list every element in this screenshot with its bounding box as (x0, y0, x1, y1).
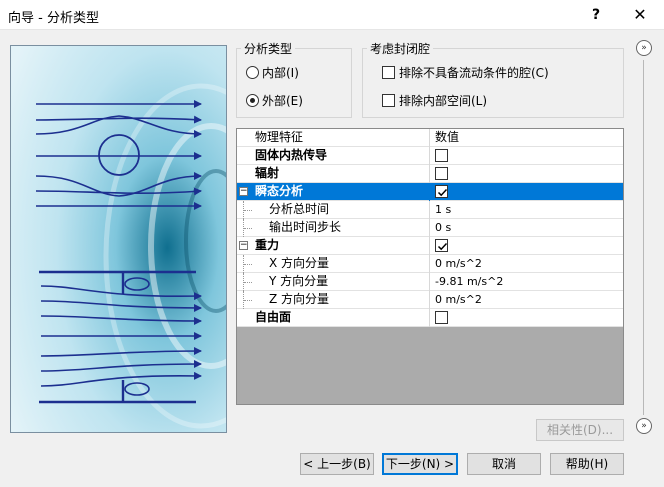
row-output-time-step[interactable]: 输出时间步长 0 s (237, 219, 623, 237)
flow-illustration-graphic (11, 46, 226, 432)
row-label: 重力 (237, 237, 430, 255)
row-radiation[interactable]: 辐射 (237, 165, 623, 183)
row-transient-analysis[interactable]: − 瞬态分析 (237, 183, 623, 201)
transient-analysis-checkbox[interactable] (435, 185, 448, 198)
row-label: 固体内热传导 (237, 147, 430, 165)
row-label: Y 方向分量 (237, 273, 430, 291)
radio-internal-label: 内部(I) (262, 66, 299, 80)
row-free-surface[interactable]: 自由面 (237, 309, 623, 327)
total-time-value[interactable]: 1 s (431, 201, 623, 219)
free-surface-checkbox[interactable] (435, 311, 448, 324)
solid-conduction-checkbox[interactable] (435, 149, 448, 162)
grid-header: 物理特征 数值 (237, 129, 623, 147)
radio-external[interactable]: 外部(E) (246, 92, 303, 109)
exclude-internal-space-box[interactable] (382, 94, 395, 107)
row-z-component[interactable]: Z 方向分量 0 m/s^2 (237, 291, 623, 309)
radio-internal-circle[interactable] (246, 66, 259, 79)
row-label: 输出时间步长 (237, 219, 430, 237)
radiation-checkbox[interactable] (435, 167, 448, 180)
radio-external-circle[interactable] (246, 94, 259, 107)
help-icon[interactable]: ? (585, 4, 607, 26)
exclude-nonflow-cavities-box[interactable] (382, 66, 395, 79)
side-divider (643, 60, 644, 415)
property-grid[interactable]: 物理特征 数值 固体内热传导 辐射 − 瞬态分析 分析总时间 1 s 输出时间步… (236, 128, 624, 405)
exclude-nonflow-cavities-checkbox[interactable]: 排除不具备流动条件的腔(C) (382, 64, 549, 81)
row-total-time[interactable]: 分析总时间 1 s (237, 201, 623, 219)
grid-header-name: 物理特征 (237, 129, 430, 147)
row-solid-conduction[interactable]: 固体内热传导 (237, 147, 623, 165)
row-label: 瞬态分析 (237, 183, 430, 201)
close-icon[interactable]: ✕ (628, 4, 652, 26)
expand-down-icon[interactable]: » (636, 418, 652, 434)
exclude-nonflow-cavities-label: 排除不具备流动条件的腔(C) (399, 66, 549, 80)
row-label: 辐射 (237, 165, 430, 183)
grid-header-value: 数值 (435, 130, 460, 144)
row-label: 分析总时间 (237, 201, 430, 219)
exclude-internal-space-label: 排除内部空间(L) (399, 94, 488, 108)
flow-illustration (10, 45, 227, 433)
help-button[interactable]: 帮助(H) (550, 453, 624, 475)
exclude-internal-space-checkbox[interactable]: 排除内部空间(L) (382, 92, 487, 109)
row-x-component[interactable]: X 方向分量 0 m/s^2 (237, 255, 623, 273)
row-label: Z 方向分量 (237, 291, 430, 309)
analysis-type-legend: 分析类型 (244, 42, 293, 56)
check-icon (437, 242, 448, 251)
expand-up-icon[interactable]: » (636, 40, 652, 56)
check-icon (437, 188, 448, 197)
closed-cavities-legend: 考虑封闭腔 (370, 42, 431, 56)
y-component-value[interactable]: -9.81 m/s^2 (431, 273, 623, 291)
row-label: X 方向分量 (237, 255, 430, 273)
title-bar: 向导 - 分析类型 ? ✕ (0, 0, 664, 30)
x-component-value[interactable]: 0 m/s^2 (431, 255, 623, 273)
row-label: 自由面 (237, 309, 430, 327)
next-button[interactable]: 下一步(N) > (382, 453, 458, 475)
row-gravity[interactable]: − 重力 (237, 237, 623, 255)
output-time-step-value[interactable]: 0 s (431, 219, 623, 237)
gravity-checkbox[interactable] (435, 239, 448, 252)
back-button[interactable]: < 上一步(B) (300, 453, 374, 475)
z-component-value[interactable]: 0 m/s^2 (431, 291, 623, 309)
dependency-button[interactable]: 相关性(D)... (536, 419, 624, 441)
radio-external-label: 外部(E) (262, 94, 303, 108)
window-title: 向导 - 分析类型 (8, 11, 99, 26)
cancel-button[interactable]: 取消 (467, 453, 541, 475)
row-y-component[interactable]: Y 方向分量 -9.81 m/s^2 (237, 273, 623, 291)
radio-internal[interactable]: 内部(I) (246, 64, 299, 81)
